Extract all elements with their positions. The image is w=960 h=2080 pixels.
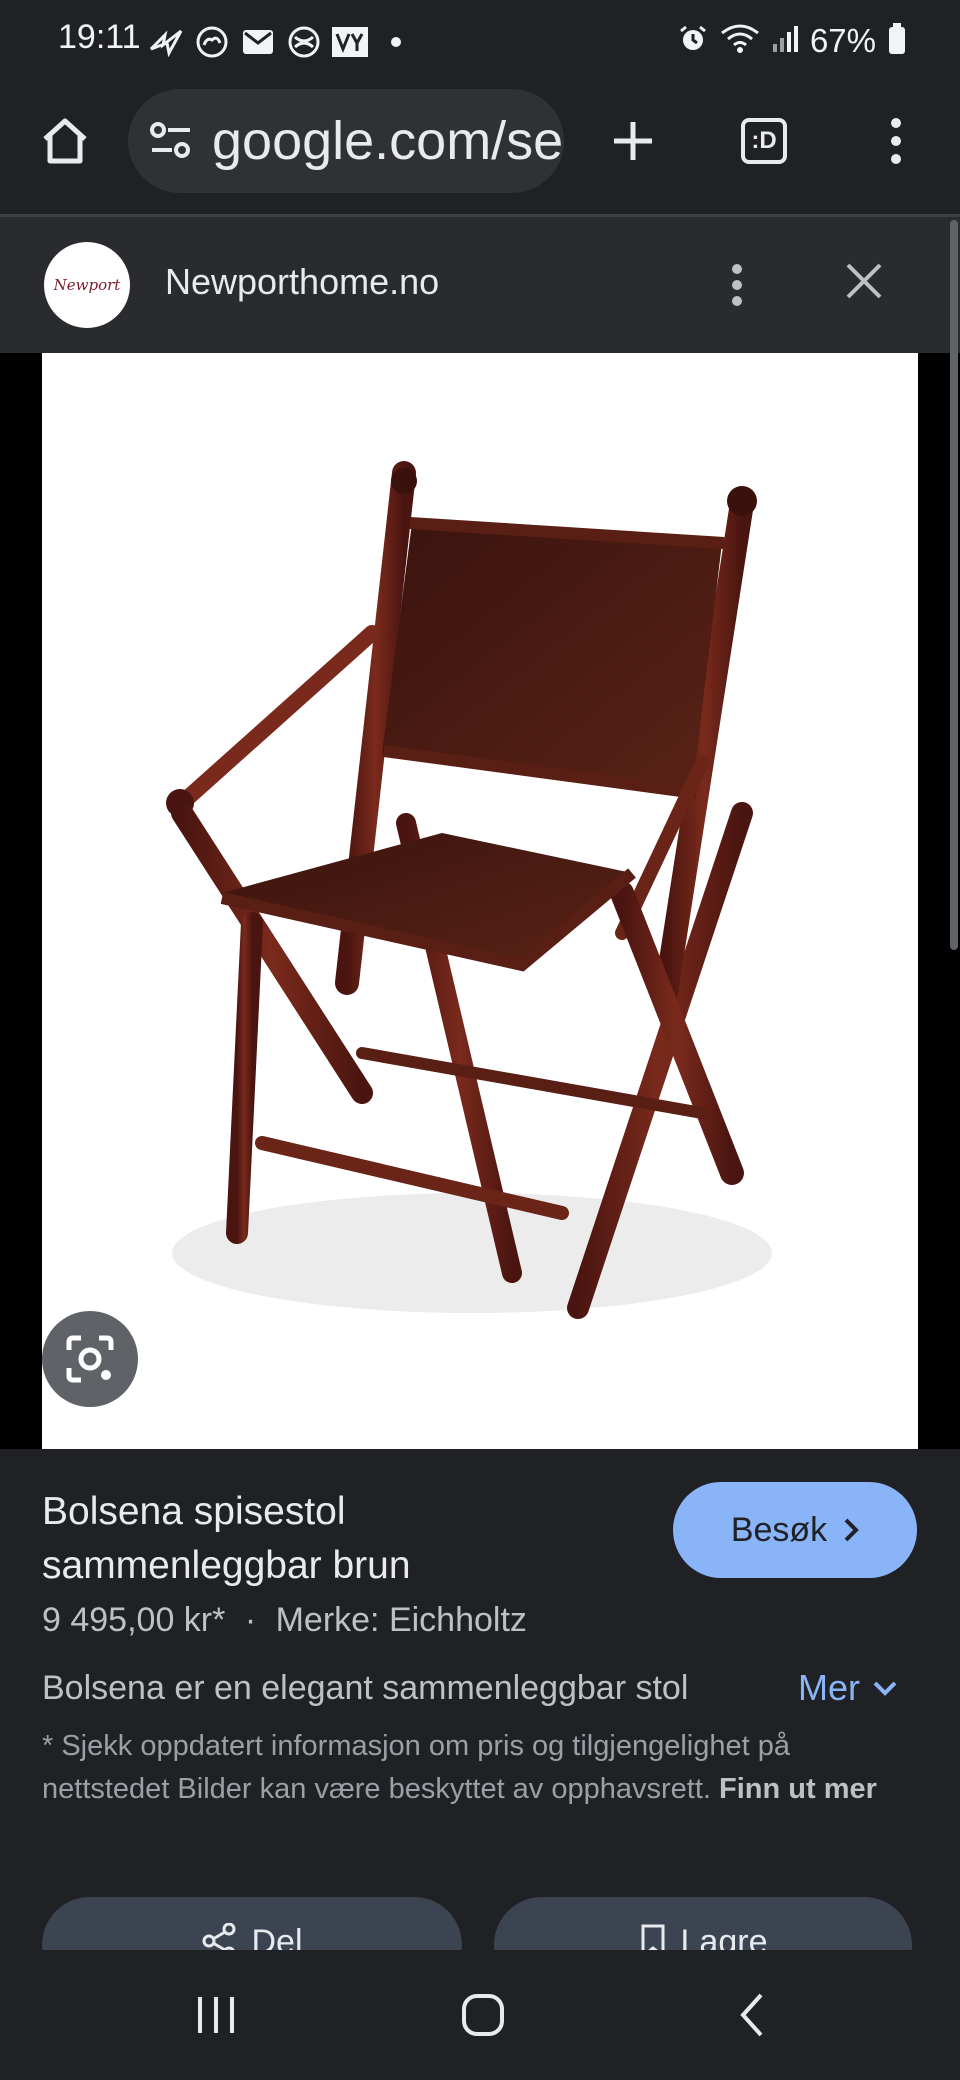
lens-icon	[66, 1335, 114, 1383]
wifi-icon	[720, 23, 760, 60]
dot-icon	[378, 24, 414, 60]
mail-icon	[240, 24, 276, 60]
site-settings-icon[interactable]	[148, 118, 194, 164]
plus-icon	[614, 122, 652, 160]
separator: ·	[244, 1601, 257, 1639]
chair-illustration	[166, 461, 772, 1319]
browser-toolbar: google.com/search :D	[0, 84, 960, 216]
visit-button[interactable]: Besøk	[673, 1482, 917, 1578]
back-icon	[740, 1993, 763, 2037]
price: 9 495,00 kr*	[42, 1601, 226, 1639]
url-bar[interactable]: google.com/search	[128, 89, 564, 193]
home-nav-button[interactable]	[443, 1980, 523, 2050]
battery-percent: 67%	[809, 22, 876, 59]
close-button[interactable]	[838, 255, 890, 307]
more-vert-icon	[732, 264, 742, 306]
alarm-icon	[678, 24, 708, 59]
google-lens-button[interactable]	[42, 1311, 138, 1407]
home-icon	[43, 118, 87, 164]
disclaimer: * Sjekk oppdatert informasjon om pris og…	[42, 1725, 912, 1811]
image-viewer	[0, 353, 960, 1449]
site-name[interactable]: Newporthome.no	[165, 261, 439, 303]
home-circle-icon	[462, 1994, 504, 2036]
cloud-icon	[194, 24, 230, 60]
site-header: Newport Newporthome.no	[0, 217, 960, 353]
status-system-icons: 67%	[678, 22, 906, 60]
battery-icon	[888, 22, 906, 60]
url-text[interactable]: google.com/search	[212, 110, 564, 172]
more-label: Mer	[798, 1667, 860, 1708]
app-icon	[286, 24, 322, 60]
status-notification-icons	[148, 22, 414, 62]
learn-more-link[interactable]: Finn ut mer	[719, 1773, 877, 1805]
more-vert-icon	[891, 118, 901, 164]
chevron-down-icon	[873, 1681, 897, 1696]
site-logo-text: Newport	[53, 276, 121, 294]
site-logo[interactable]: Newport	[44, 242, 130, 328]
status-bar: 19:11 67%	[0, 0, 960, 84]
scrollbar[interactable]	[950, 220, 958, 950]
chevron-right-icon	[844, 1518, 860, 1542]
recent-apps-button[interactable]	[176, 1980, 256, 2050]
more-button[interactable]: Mer	[798, 1667, 898, 1709]
system-nav-bar	[0, 1950, 960, 2080]
back-button[interactable]	[712, 1980, 792, 2050]
tab-switcher-button[interactable]: :D	[733, 110, 795, 172]
new-tab-button[interactable]	[598, 106, 668, 176]
brand: Merke: Eichholtz	[275, 1601, 527, 1639]
product-info-panel: Bolsena spisestol sammenleggbar brun Bes…	[0, 1449, 960, 1993]
site-more-button[interactable]	[722, 259, 752, 311]
home-button[interactable]	[30, 106, 100, 176]
price-row: 9 495,00 kr* · Merke: Eichholtz	[42, 1601, 527, 1640]
wing-icon	[148, 24, 184, 60]
product-image[interactable]	[42, 353, 918, 1449]
visit-label: Besøk	[730, 1510, 828, 1549]
recent-apps-icon	[198, 1997, 234, 2033]
browser-menu-button[interactable]	[870, 106, 922, 176]
status-time: 19:11	[58, 18, 141, 56]
disclaimer-text: * Sjekk oppdatert informasjon om pris og…	[42, 1730, 790, 1805]
signal-icon	[772, 24, 798, 59]
tab-switcher-icon: :D	[741, 118, 787, 164]
product-description: Bolsena er en elegant sammenleggbar stol	[42, 1669, 689, 1707]
vy-icon	[332, 24, 368, 60]
close-icon	[846, 263, 882, 299]
product-title[interactable]: Bolsena spisestol sammenleggbar brun	[42, 1485, 622, 1593]
